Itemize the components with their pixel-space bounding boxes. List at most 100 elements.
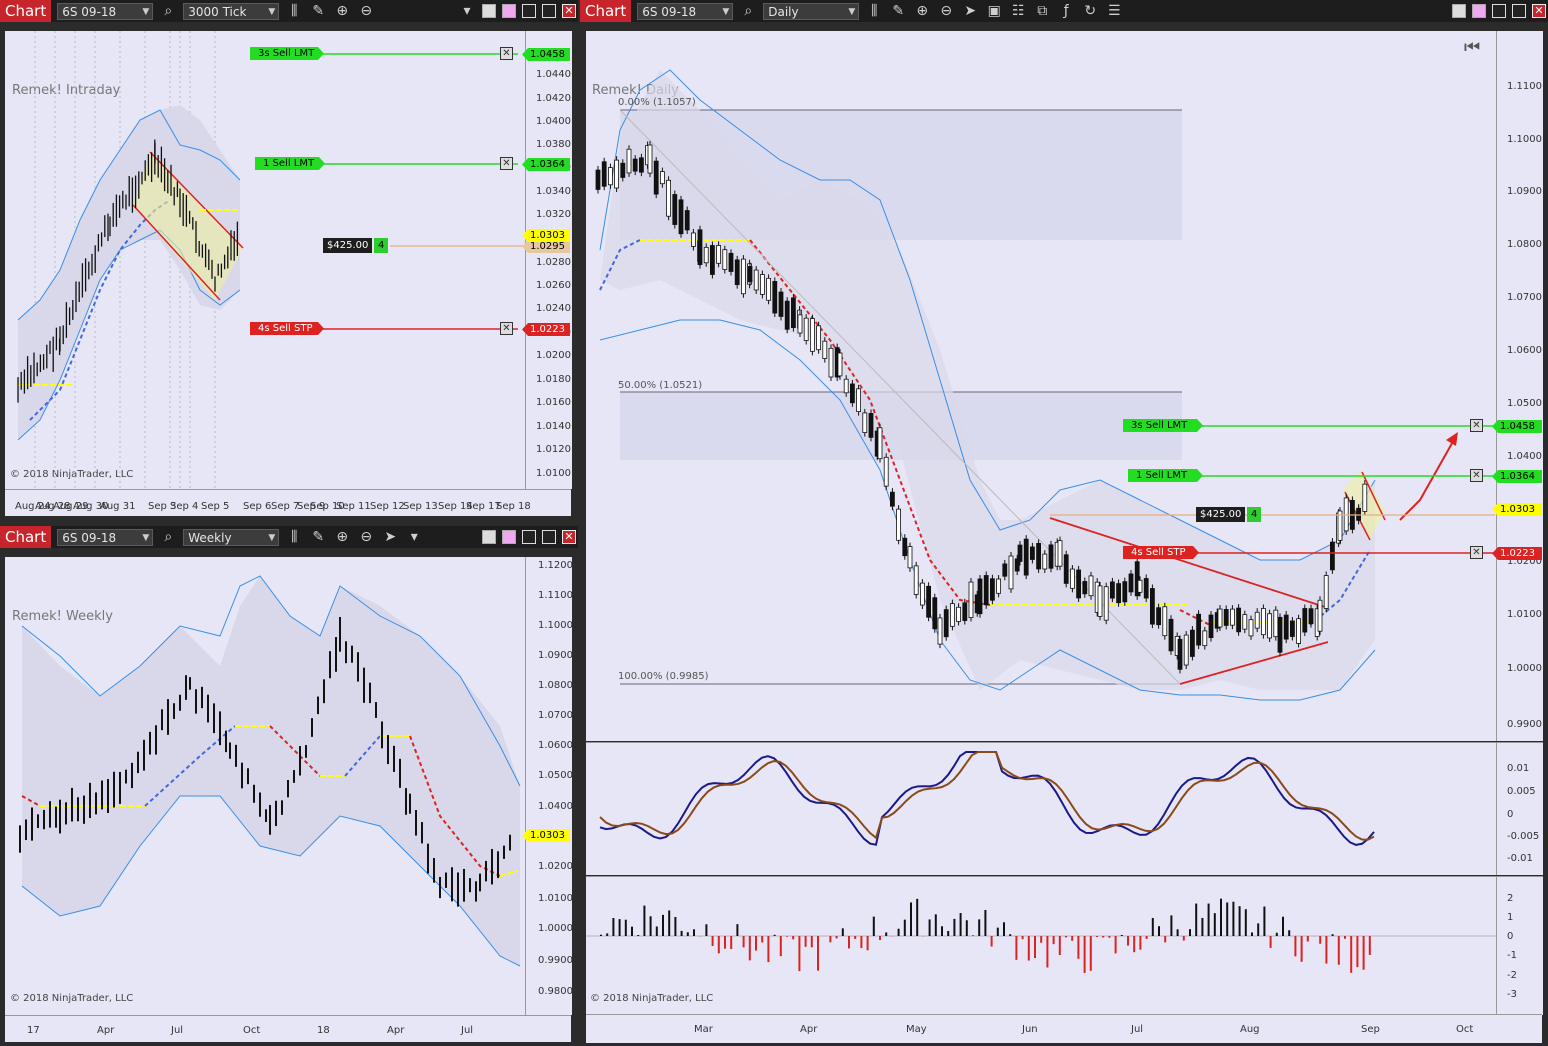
position-pnl[interactable]: $425.00 bbox=[323, 238, 373, 253]
candle-body bbox=[943, 609, 949, 638]
histogram-bar bbox=[1344, 936, 1346, 939]
histogram-bar bbox=[1058, 936, 1061, 956]
price-tick-label: -3 bbox=[1507, 989, 1517, 1000]
histogram-bar bbox=[612, 918, 615, 936]
candle-body bbox=[1069, 568, 1075, 589]
jump-to-start-icon[interactable]: ⏮ bbox=[1464, 39, 1480, 64]
histogram-bar bbox=[705, 924, 708, 936]
price-tick-label: 1.1100 bbox=[538, 590, 573, 601]
histogram-bar bbox=[717, 936, 720, 954]
candle-body bbox=[1103, 586, 1109, 621]
price-tick-label: 1.0160 bbox=[536, 397, 571, 408]
candle-body bbox=[862, 412, 868, 433]
histogram-bar bbox=[1356, 936, 1359, 968]
candle-body bbox=[632, 158, 638, 172]
histogram-bar bbox=[860, 936, 863, 949]
cancel-order-icon[interactable]: ✕ bbox=[500, 157, 513, 170]
histogram-bar bbox=[1089, 936, 1092, 971]
bollinger-band-fill bbox=[22, 576, 520, 966]
histogram-bar bbox=[978, 919, 981, 936]
oscillator-axis[interactable]: 0.01 0.005 0 -0.005 -0.01 bbox=[1496, 742, 1543, 875]
price-tick-label: 1.0100 bbox=[536, 468, 571, 479]
histogram-bar bbox=[1003, 922, 1005, 936]
time-axis[interactable]: Mar Apr May Jun Jul Aug Sep Oct bbox=[586, 1014, 1542, 1043]
candle-body bbox=[919, 582, 925, 606]
cancel-order-icon[interactable]: ✕ bbox=[1470, 419, 1483, 432]
price-tick-label: 1.0180 bbox=[536, 374, 571, 385]
time-axis[interactable]: Aug 24 Aug 28 Aug 29 Aug 30 Aug 31 Sep 3 Sep 4… bbox=[5, 489, 571, 516]
price-tick-label: 0.01 bbox=[1507, 763, 1530, 774]
histogram-axis[interactable]: 2 1 0 -1 -2 -3 bbox=[1496, 876, 1543, 1015]
histogram-bar bbox=[761, 936, 764, 943]
time-tick-label: Sep 4 bbox=[170, 501, 199, 512]
histogram-bar bbox=[1170, 915, 1173, 936]
histogram-bar bbox=[1139, 936, 1142, 950]
histogram-bar bbox=[606, 933, 609, 936]
cancel-order-icon[interactable]: ✕ bbox=[1470, 546, 1483, 559]
histogram-bar bbox=[1077, 936, 1080, 959]
candle-body bbox=[653, 160, 659, 195]
histogram-bar bbox=[1009, 934, 1012, 936]
candle-body bbox=[703, 246, 709, 264]
time-tick-label: Jul bbox=[1131, 1024, 1144, 1035]
candle-body bbox=[1356, 507, 1361, 521]
candle-body bbox=[822, 340, 828, 359]
order-label-3s-sell-lmt[interactable]: 3s Sell LMT bbox=[1123, 419, 1203, 432]
cancel-order-icon[interactable]: ✕ bbox=[1470, 469, 1483, 482]
candle-body bbox=[1023, 538, 1029, 576]
histogram-bar bbox=[724, 936, 726, 949]
histogram-bar bbox=[903, 919, 906, 936]
candle-body bbox=[639, 157, 644, 173]
histogram-bar bbox=[1182, 936, 1185, 941]
price-tick-label: 1.0420 bbox=[536, 93, 571, 104]
histogram-bar bbox=[1238, 906, 1241, 936]
histogram-bar bbox=[1306, 936, 1309, 942]
last-price-marker: 1.0303 bbox=[522, 229, 570, 242]
candle-body bbox=[1273, 609, 1279, 638]
histogram-bar bbox=[668, 910, 671, 936]
price-tick-label: 1.0400 bbox=[1507, 451, 1542, 462]
histogram-bar bbox=[953, 918, 956, 936]
price-tick-label: 1.0200 bbox=[538, 861, 573, 872]
candle-body bbox=[747, 266, 753, 283]
price-tick-label: 1.0400 bbox=[538, 801, 573, 812]
order-label-4s-sell-stp[interactable]: 4s Sell STP bbox=[250, 322, 324, 335]
price-axis[interactable]: 1.04401.04201.04001.03801.03601.03401.03… bbox=[525, 31, 572, 489]
histogram-bar bbox=[1065, 936, 1067, 938]
position-quantity[interactable]: 4 bbox=[1247, 507, 1262, 522]
position-pnl[interactable]: $425.00 bbox=[1196, 507, 1246, 522]
time-tick-label: Mar bbox=[694, 1024, 713, 1035]
candle-body bbox=[983, 575, 989, 606]
histogram-bar bbox=[1164, 936, 1167, 943]
price-tick-label: 1.0800 bbox=[538, 680, 573, 691]
position-quantity[interactable]: 4 bbox=[374, 238, 389, 253]
time-tick-label: Sep 11 bbox=[336, 501, 371, 512]
histogram-bar bbox=[1201, 917, 1204, 936]
order-label-1-sell-lmt[interactable]: 1 Sell LMT bbox=[255, 157, 325, 170]
price-axis[interactable]: 1.1200 1.1100 1.1000 1.0900 1.0800 1.0700 1.06… bbox=[525, 557, 573, 1015]
price-axis[interactable]: 1.1100 1.1000 1.0900 1.0800 1.0700 1.0600 1.05… bbox=[1496, 31, 1543, 741]
daily-chart-window: Chart 6S 09-18 ▼ ⌕ Daily ▼ ⫼ ✎ ⊕ ⊖ ➤ ▣ ☷ ⧉… bbox=[580, 0, 1548, 1046]
cancel-order-icon[interactable]: ✕ bbox=[500, 322, 513, 335]
histogram-bar bbox=[1108, 936, 1111, 938]
order-label-4s-sell-stp[interactable]: 4s Sell STP bbox=[1123, 546, 1199, 559]
candle-body bbox=[868, 413, 874, 438]
candle-body bbox=[1242, 614, 1248, 630]
candle-body bbox=[626, 148, 632, 174]
order-label-3s-sell-lmt[interactable]: 3s Sell LMT bbox=[250, 47, 324, 60]
histogram-bar bbox=[792, 936, 795, 940]
cancel-order-icon[interactable]: ✕ bbox=[500, 47, 513, 60]
price-tick-label: 1.0380 bbox=[536, 139, 571, 150]
candle-body bbox=[1116, 583, 1121, 604]
order-label-1-sell-lmt[interactable]: 1 Sell LMT bbox=[1128, 469, 1203, 482]
histogram-bar bbox=[1189, 929, 1191, 936]
price-tick-label: 1.0240 bbox=[536, 303, 571, 314]
histogram-bar bbox=[1226, 902, 1229, 936]
intraday-chart-window: Chart 6S 09-18 ▼ ⌕ 3000 Tick ▼ ⫼ ✎ ⊕ ⊖ ▾ ✕… bbox=[0, 0, 578, 520]
histogram-bar bbox=[755, 936, 757, 951]
time-axis[interactable]: 17 Apr Jul Oct 18 Apr Jul bbox=[5, 1015, 571, 1042]
histogram-bar bbox=[1034, 936, 1036, 958]
price-tick-label: 1.1000 bbox=[538, 620, 573, 631]
price-tick-label: 0 bbox=[1507, 931, 1514, 942]
price-tick-label: -1 bbox=[1507, 950, 1517, 961]
